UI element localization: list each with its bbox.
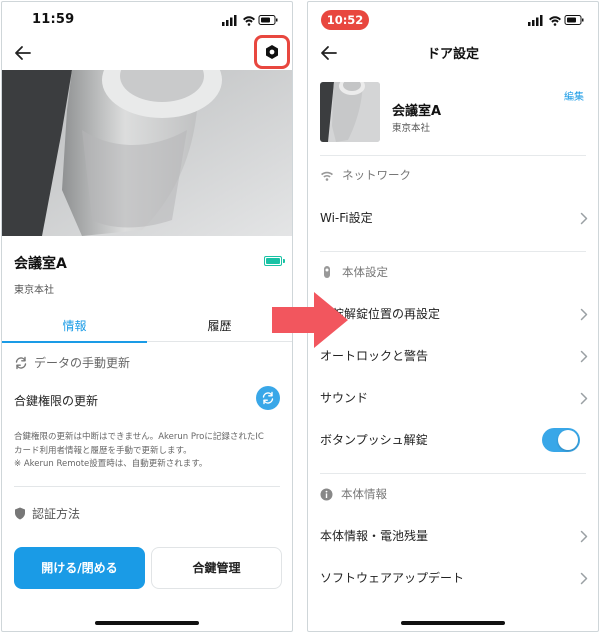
refresh-icon	[262, 391, 274, 405]
section-body-info-label: 本体情報	[341, 487, 387, 501]
software-update-row[interactable]: ソフトウェアアップデート	[320, 567, 588, 589]
section-body-settings-label: 本体設定	[342, 265, 388, 279]
arrow-right-icon	[272, 292, 348, 348]
manual-refresh-row[interactable]: データの手動更新	[14, 354, 130, 371]
gear-icon	[266, 45, 278, 59]
page-title: ドア設定	[426, 47, 479, 62]
status-bar: 10:52	[308, 2, 598, 38]
push-unlock-label: ボタンプッシュ解錠	[320, 433, 428, 447]
auth-method-row[interactable]: 認証方法	[14, 505, 80, 522]
chevron-right-icon	[580, 308, 588, 321]
wifi-settings-label: Wi-Fi設定	[320, 211, 373, 225]
arrow-left-icon[interactable]	[12, 42, 34, 64]
status-time: 11:59	[32, 12, 75, 27]
system-icons	[528, 14, 584, 26]
auth-method-label: 認証方法	[32, 507, 81, 521]
sound-label: サウンド	[320, 391, 369, 405]
device-detail-screen: 11:59 会議室A 東京本社 情報 履歴 データの手動更新 合鍵権限の更新 合…	[1, 1, 293, 632]
tab-info[interactable]: 情報	[2, 312, 147, 343]
section-body-settings: 本体設定	[320, 264, 388, 280]
key-update-note: 合鍵権限の更新は中断はできません。Akerun Proに記録されたIC カード利…	[14, 431, 284, 472]
note-line: カード利用者情報と履歴を手動で更新します。	[14, 445, 192, 456]
settings-button[interactable]	[254, 35, 290, 69]
push-unlock-row: ボタンプッシュ解錠	[320, 428, 586, 452]
nav-bar: ドア設定	[308, 38, 598, 70]
status-time: 10:52	[321, 10, 369, 30]
manual-refresh-label: データの手動更新	[34, 356, 131, 370]
key-update-label: 合鍵権限の更新	[14, 394, 99, 408]
section-body-info: 本体情報	[320, 486, 387, 502]
open-close-button[interactable]: 開ける/閉める	[14, 547, 145, 589]
edit-link[interactable]: 編集	[564, 88, 584, 103]
status-bar: 11:59	[2, 2, 292, 38]
device-photo	[2, 70, 292, 236]
tab-history[interactable]: 履歴	[147, 312, 292, 342]
device-icon	[324, 266, 330, 278]
home-indicator	[95, 621, 199, 625]
key-update-button[interactable]	[256, 386, 280, 410]
reset-lock-position-row[interactable]: 施錠解錠位置の再設定	[320, 303, 588, 325]
info-icon	[320, 488, 333, 500]
device-thumbnail	[320, 82, 380, 142]
refresh-icon	[15, 356, 27, 369]
note-line: 合鍵権限の更新は中断はできません。Akerun Proに記録されたIC	[14, 432, 264, 442]
divider	[320, 473, 586, 474]
device-location: 東京本社	[392, 123, 431, 134]
device-location: 東京本社	[14, 285, 54, 296]
body-battery-row[interactable]: 本体情報・電池残量	[320, 525, 588, 547]
push-unlock-toggle[interactable]	[542, 428, 580, 452]
autolock-label: オートロックと警告	[320, 349, 429, 363]
software-update-label: ソフトウェアアップデート	[320, 571, 465, 585]
chevron-right-icon	[580, 530, 588, 543]
shield-icon	[15, 507, 25, 520]
chevron-right-icon	[580, 212, 588, 225]
divider	[320, 251, 586, 252]
body-battery-label: 本体情報・電池残量	[320, 529, 429, 543]
divider	[14, 486, 280, 487]
home-indicator	[401, 621, 505, 625]
sound-row[interactable]: サウンド	[320, 387, 588, 409]
battery-icon	[264, 256, 285, 266]
key-management-button[interactable]: 合鍵管理	[151, 547, 282, 589]
chevron-right-icon	[580, 392, 588, 405]
section-network: ネットワーク	[320, 167, 411, 183]
section-network-label: ネットワーク	[342, 168, 411, 182]
screenshot-comparison: 11:59 会議室A 東京本社 情報 履歴 データの手動更新 合鍵権限の更新 合…	[0, 0, 600, 633]
tab-bar: 情報 履歴	[2, 312, 292, 343]
divider	[320, 155, 586, 156]
system-icons	[222, 14, 278, 26]
wifi-settings-row[interactable]: Wi-Fi設定	[320, 207, 588, 229]
autolock-row[interactable]: オートロックと警告	[320, 345, 588, 367]
note-line: ※ Akerun Remote設置時は、自動更新されます。	[14, 459, 208, 469]
chevron-right-icon	[580, 350, 588, 363]
wifi-icon	[321, 171, 333, 181]
chevron-right-icon	[580, 572, 588, 585]
nav-bar	[2, 35, 292, 70]
device-name: 会議室A	[392, 104, 442, 119]
device-name: 会議室A	[14, 256, 67, 272]
